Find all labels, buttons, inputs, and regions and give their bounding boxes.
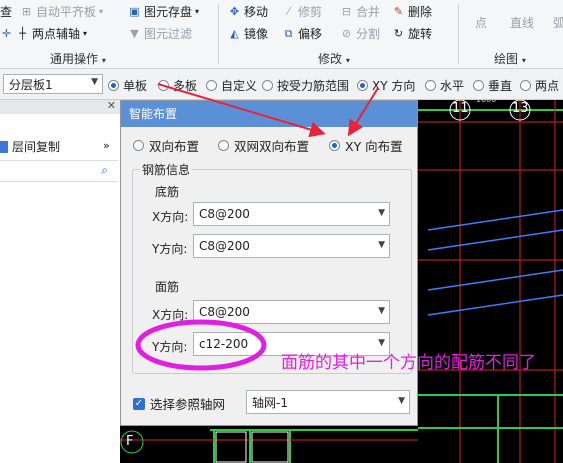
- annotation-arrow: [157, 83, 326, 138]
- annotation-arrow: [347, 87, 379, 137]
- highlight-ellipse: [135, 319, 267, 371]
- annotation-text: 面筋的其中一个方向的配筋不同了: [281, 353, 536, 373]
- annotation-overlay: [135, 83, 379, 371]
